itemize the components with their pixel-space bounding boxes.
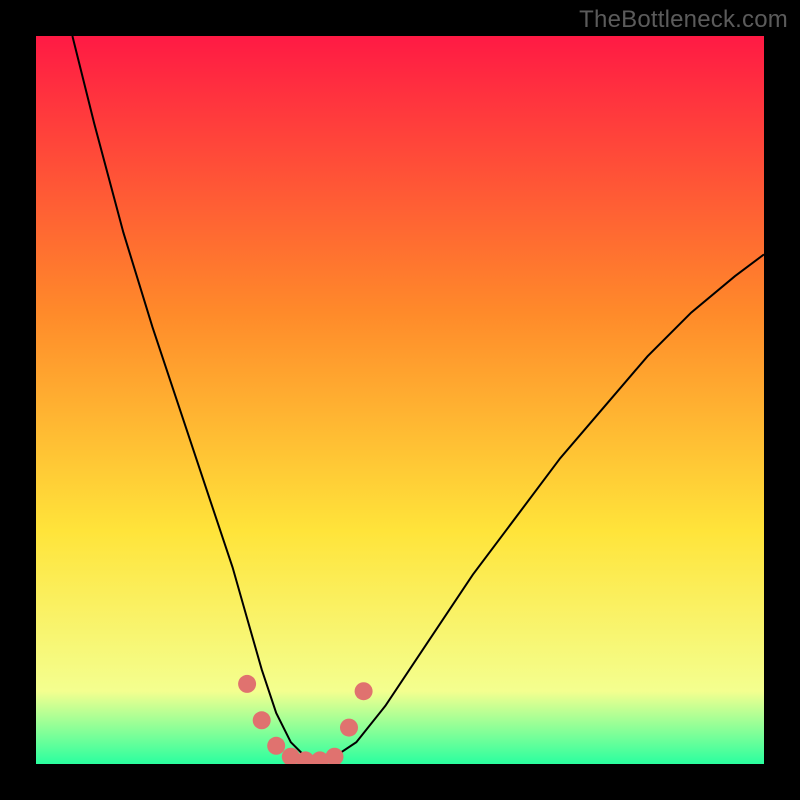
- highlight-dot: [340, 719, 358, 737]
- highlight-dot: [238, 675, 256, 693]
- chart-frame: TheBottleneck.com: [0, 0, 800, 800]
- chart-svg: [36, 36, 764, 764]
- highlight-dot: [267, 737, 285, 755]
- gradient-background: [36, 36, 764, 764]
- plot-area: [36, 36, 764, 764]
- watermark-text: TheBottleneck.com: [579, 6, 788, 34]
- highlight-dot: [253, 711, 271, 729]
- highlight-dot: [355, 682, 373, 700]
